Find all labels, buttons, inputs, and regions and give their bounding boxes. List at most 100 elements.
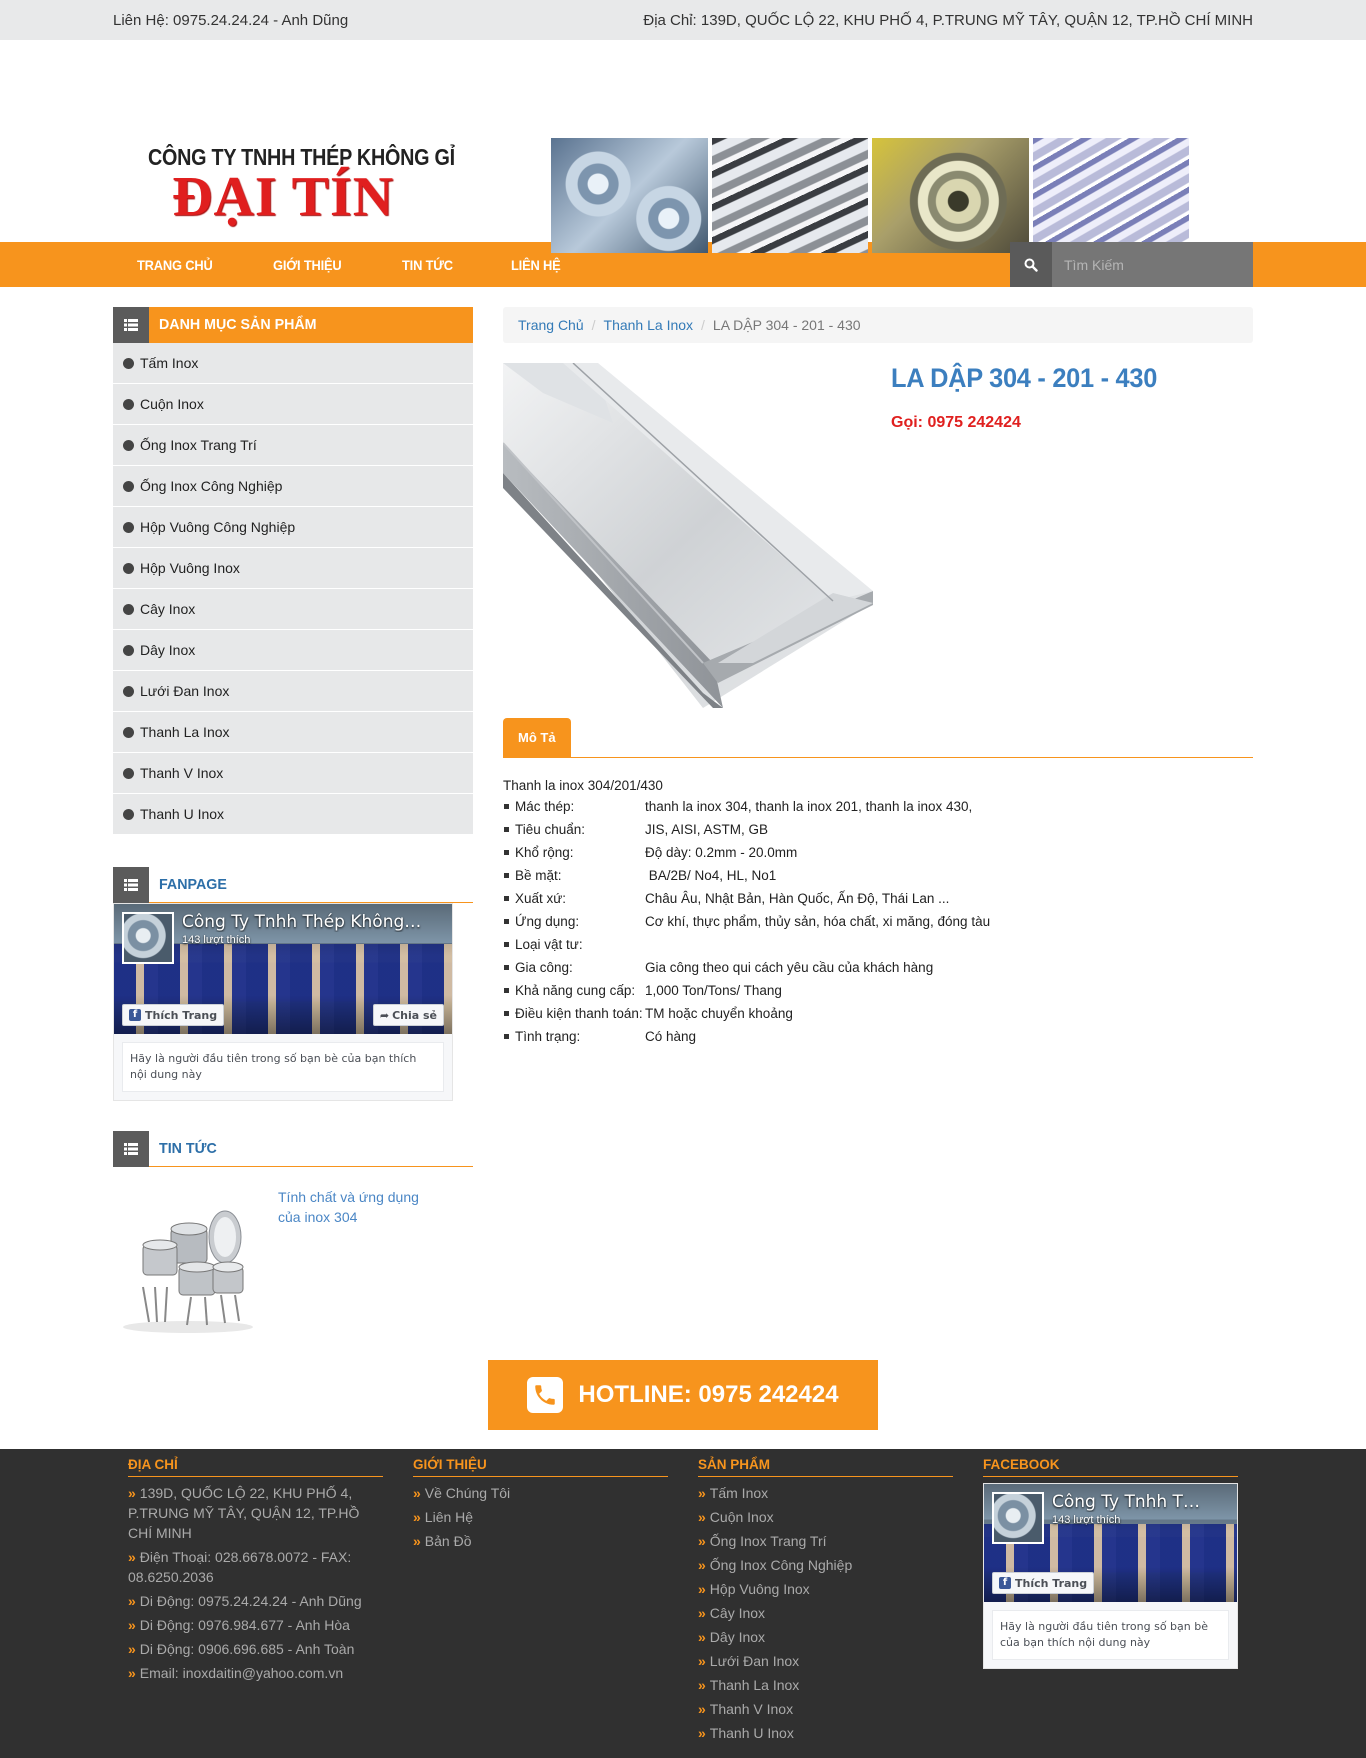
double-chevron-icon: » [128,1641,136,1657]
list-icon [113,866,149,903]
category-item[interactable]: Ống Inox Công Nghiệp [113,466,473,507]
banner-image-steel-roll [872,138,1029,253]
footer-product-link[interactable]: » Thanh La Inox [698,1675,953,1695]
fb-like-page-button[interactable]: f Thích Trang [992,1572,1095,1594]
category-item[interactable]: Thanh V Inox [113,753,473,794]
category-item[interactable]: Dây Inox [113,630,473,671]
product-top: LA DẬP 304 - 201 - 430 Gọi: 0975 242424 [503,363,1253,708]
footer-intro-link-label: Bản Đồ [424,1533,472,1549]
spec-table: Mác thép: thanh la inox 304, thanh la ino… [503,795,990,1048]
hotline-button[interactable]: HOTLINE: 0975 242424 [488,1360,878,1430]
square-bullet-icon [504,826,509,832]
spec-key: Tiêu chuẩn: [515,822,586,837]
footer-product-link[interactable]: » Dây Inox [698,1627,953,1647]
category-label: Lưới Đan Inox [140,683,230,699]
spec-value: BA/2B/ No4, HL, No1 [645,868,777,883]
product-call-number[interactable]: Gọi: 0975 242424 [891,414,1174,432]
product-image-flat-bar[interactable] [503,363,873,708]
footer-product-link[interactable]: » Ống Inox Trang Trí [698,1531,953,1551]
footer-product-link-label: Lưới Đan Inox [709,1653,800,1669]
nav-item-about[interactable]: GIỚI THIỆU [273,257,342,273]
nav-item-news[interactable]: TIN TỨC [402,257,453,273]
footer-product-link[interactable]: » Hộp Vuông Inox [698,1579,953,1599]
facebook-icon: f [999,1577,1011,1589]
footer-product-link-label: Hộp Vuông Inox [709,1581,810,1597]
double-chevron-icon: » [413,1485,421,1501]
main-nav: TRANG CHỦ GIỚI THIỆU TIN TỨC LIÊN HỆ [0,242,1366,287]
fanpage-section: FANPAGE Công Ty Tnhh Thép Không Gỉ Đại T… [113,866,473,1101]
footer-product-link[interactable]: » Ống Inox Công Nghiệp [698,1555,953,1575]
category-item[interactable]: Hộp Vuông Inox [113,548,473,589]
footer-address-item-label: Điện Thoại: 028.6678.0072 - FAX: 08.6250… [128,1549,352,1585]
double-chevron-icon: » [698,1701,706,1717]
square-bullet-icon [504,918,509,924]
spec-key-cell: Gia công: [503,956,645,979]
footer-product-link[interactable]: » Cuộn Inox [698,1507,953,1527]
fb-page-avatar[interactable] [122,912,174,964]
main-area: DANH MỤC SẢN PHẨM Tấm Inox Cuộn Inox Ống… [113,306,1253,1337]
spec-key-cell: Khổ rộng: [503,841,645,864]
fb-page-name[interactable]: Công Ty Tnhh Thép Không Gỉ Đại Tín [1052,1492,1202,1512]
fb-page-avatar[interactable] [992,1492,1044,1544]
footer-product-link-label: Tấm Inox [709,1485,769,1501]
double-chevron-icon: » [698,1581,706,1597]
fb-like-page-button[interactable]: f Thích Trang [122,1004,225,1026]
footer-address-item: » 139D, QUỐC LỘ 22, KHU PHỐ 4, P.TRUNG MỸ… [128,1483,383,1543]
footer-product-link-label: Ống Inox Trang Trí [709,1533,827,1549]
site-logo[interactable]: CÔNG TY TNHH THÉP KHÔNG GỈ ĐẠI TÍN [148,144,455,229]
category-item[interactable]: Ống Inox Trang Trí [113,425,473,466]
footer-intro-link[interactable]: » Về Chúng Tôi [413,1483,668,1503]
footer-address-item: » Di Động: 0976.984.677 - Anh Hòa [128,1615,383,1635]
footer-intro-link[interactable]: » Liên Hệ [413,1507,668,1527]
category-item[interactable]: Tấm Inox [113,343,473,384]
footer-product-link[interactable]: » Thanh V Inox [698,1699,953,1719]
square-bullet-icon [504,1010,509,1016]
footer-product-link[interactable]: » Thanh U Inox [698,1723,953,1743]
category-item[interactable]: Lưới Đan Inox [113,671,473,712]
double-chevron-icon: » [413,1509,421,1525]
search-input[interactable] [1052,242,1253,287]
square-bullet-icon [504,872,509,878]
search-button[interactable] [1010,242,1052,287]
banner-image-steel-tubes [1032,138,1189,253]
spec-key: Gia công: [515,960,573,975]
fb-cover-photo: Công Ty Tnhh Thép Không Gỉ Đại Tín 143 l… [984,1484,1237,1602]
nav-item-contact[interactable]: LIÊN HỆ [511,257,561,273]
footer-address-item: » Email: inoxdaitin@yahoo.com.vn [128,1663,383,1683]
footer-product-link[interactable]: » Tấm Inox [698,1483,953,1503]
tab-description[interactable]: Mô Tả [503,718,571,758]
footer-product-link-label: Ống Inox Công Nghiệp [709,1557,853,1573]
category-item[interactable]: Cây Inox [113,589,473,630]
breadcrumb-category[interactable]: Thanh La Inox [604,317,694,333]
category-label: Ống Inox Công Nghiệp [140,478,283,494]
search-icon [1024,258,1038,272]
fb-cover-photo: Công Ty Tnhh Thép Không Gỉ Đại Tín 143 l… [114,904,452,1034]
spec-key-cell: Khả năng cung cấp: [503,979,645,1002]
category-item[interactable]: Cuộn Inox [113,384,473,425]
spec-key: Tình trạng: [515,1029,581,1044]
news-thumbnail-cookware[interactable] [113,1187,263,1337]
category-item[interactable]: Thanh U Inox [113,794,473,835]
footer-address-item-label: Email: inoxdaitin@yahoo.com.vn [139,1665,344,1681]
double-chevron-icon: » [128,1485,136,1501]
header: CÔNG TY TNHH THÉP KHÔNG GỈ ĐẠI TÍN [0,40,1366,253]
product-description: Thanh la inox 304/201/430 Mác thép: thanh… [503,778,1253,1048]
category-label: Thanh La Inox [140,724,230,740]
spec-key: Điều kiện thanh toán: [515,1006,643,1021]
footer-intro-link-label: Liên Hệ [424,1509,474,1525]
footer-product-link[interactable]: » Cây Inox [698,1603,953,1623]
fb-share-button[interactable]: ➦ Chia sẻ [372,1004,444,1026]
footer-intro-link[interactable]: » Bản Đồ [413,1531,668,1551]
footer-product-link-label: Thanh V Inox [709,1701,794,1717]
category-item[interactable]: Hộp Vuông Công Nghiệp [113,507,473,548]
category-label: Cuộn Inox [140,396,204,412]
news-item-title[interactable]: Tính chất và ứng dụng của inox 304 [278,1187,428,1337]
address-info: Địa Chỉ: 139D, QUỐC LỘ 22, KHU PHỐ 4, P.… [643,11,1253,29]
category-item[interactable]: Thanh La Inox [113,712,473,753]
footer-product-link[interactable]: » Lưới Đan Inox [698,1651,953,1671]
double-chevron-icon: » [698,1533,706,1549]
fb-page-name[interactable]: Công Ty Tnhh Thép Không Gỉ Đại Tín [182,912,422,932]
nav-item-home[interactable]: TRANG CHỦ [137,257,213,273]
breadcrumb-home[interactable]: Trang Chủ [518,317,584,333]
bullet-icon [123,521,134,533]
